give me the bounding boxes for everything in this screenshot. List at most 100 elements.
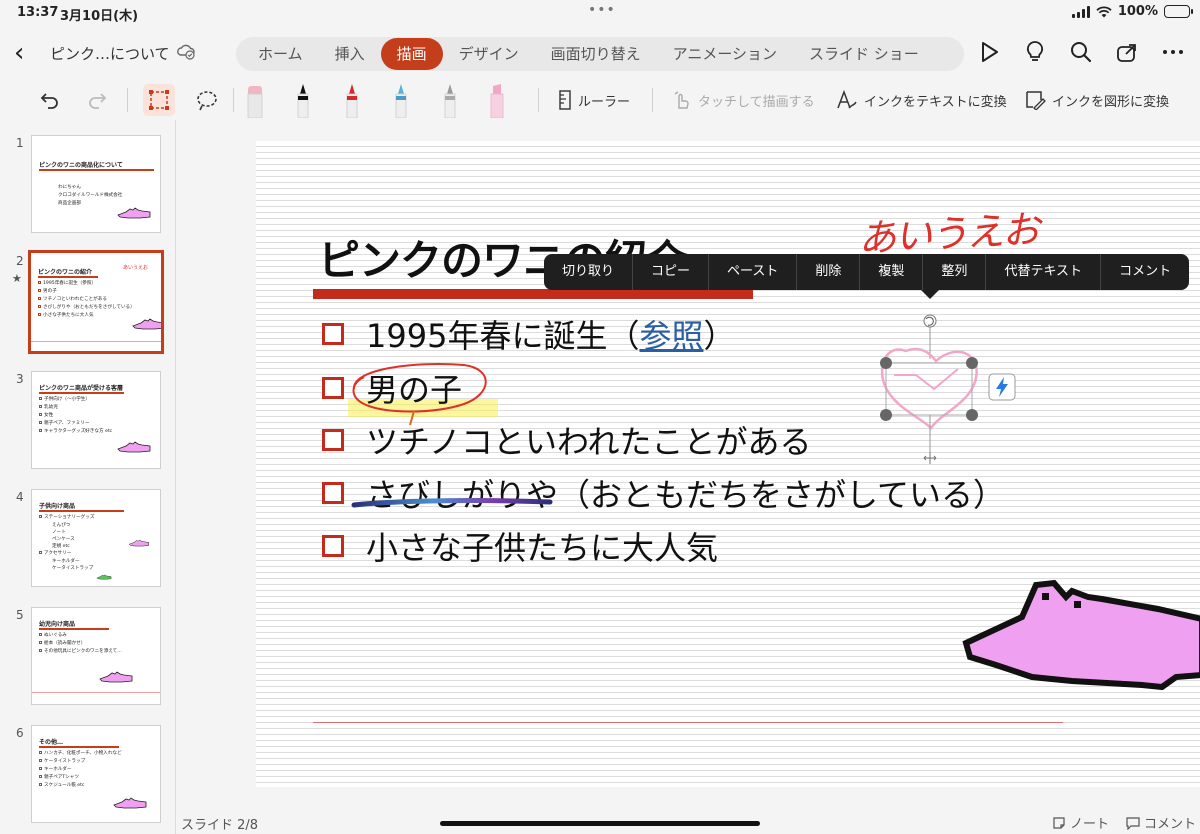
pink-crocodile-icon (99, 671, 133, 683)
thumbnail-line: ケータイストラップ (52, 566, 94, 571)
thumbnail-line: その他玩具にピンクのワニを添えて… (44, 649, 122, 654)
eraser-tool-icon[interactable] (246, 82, 264, 118)
red-pen-icon[interactable] (343, 82, 361, 118)
multitask-dots[interactable]: ••• (588, 2, 616, 18)
thumbnail-line: アクセサリー (44, 551, 72, 556)
bullet-square-icon (322, 323, 344, 345)
undo-icon[interactable] (38, 80, 62, 120)
reference-link[interactable]: 参照 (639, 311, 703, 357)
lightbulb-icon[interactable] (1022, 39, 1048, 65)
thumbnail-line: ノート (52, 530, 66, 535)
ink-to-shape-button[interactable]: インクを図形に変換 (1024, 90, 1169, 110)
thumbnail-line: 商品企画部 (58, 201, 81, 206)
thumbnail-number: 4 (16, 490, 24, 504)
ink-to-text-icon (837, 90, 857, 109)
selected-heart-ink[interactable] (876, 313, 996, 464)
slide-thumbnail-3[interactable]: ピンクのワニ商品が受ける客層 子供向け（〜小学生） 乳幼児 女性 親子ペア、ファ… (31, 371, 161, 469)
menu-item-delete[interactable]: 削除 (797, 254, 861, 290)
more-icon[interactable] (1160, 39, 1186, 65)
thumbnail-line: 絵本（読み聞かせ） (44, 641, 86, 646)
thumbnail-number: 5 (16, 608, 24, 622)
document-title[interactable]: ピンク…について (50, 43, 170, 64)
ribbon-tabs: ホーム 挿入 描画 デザイン 画面切り替え アニメーション スライド ショー (236, 37, 964, 71)
tab-slideshow[interactable]: スライド ショー (793, 37, 935, 71)
redo-icon[interactable] (85, 80, 109, 120)
thumbnail-number: 6 (16, 726, 24, 740)
play-icon[interactable] (976, 39, 1002, 65)
lasso-select-icon[interactable] (194, 80, 220, 120)
thumbnail-line: えんぴつ (52, 523, 71, 528)
slide-thumbnail-2[interactable]: ピンクのワニの紹介 あいうえお 1995年春に誕生（参照） 男の子 ツチノコとい… (28, 250, 164, 354)
menu-item-copy[interactable]: コピー (633, 254, 710, 290)
ink-to-shape-label: インクを図形に変換 (1052, 94, 1170, 110)
green-crocodile-icon (96, 574, 112, 580)
tab-animations[interactable]: アニメーション (657, 37, 793, 71)
thumbnail-line: わにちゃん (58, 185, 81, 190)
thumbnail-line: ペンケース (52, 537, 75, 542)
slide-bottom-line (313, 722, 1063, 723)
thumbnail-line: キャラクターグッズ好きな方 etc (44, 429, 113, 434)
galaxy-underline-ink[interactable] (351, 497, 553, 511)
thumbnail-line: ケータイストラップ (44, 759, 86, 764)
share-icon[interactable] (1114, 39, 1140, 65)
slide-thumbnail-1[interactable]: ピンクのワニの商品化について わにちゃん クロコダイルワールド株式会社 商品企画… (31, 135, 161, 233)
menu-item-paste[interactable]: ペースト (709, 254, 798, 290)
comments-button[interactable]: コメント (1126, 813, 1196, 832)
thumbnail-line: 男の子 (43, 289, 57, 294)
home-indicator[interactable] (440, 821, 760, 826)
ink-to-text-button[interactable]: インクをテキストに変換 (836, 90, 1007, 110)
slide-thumbnail-4[interactable]: 子供向け商品 ステーショナリーグッズ えんぴつ ノート ペンケース 定規 etc… (31, 489, 161, 587)
cloud-saved-icon[interactable] (176, 41, 196, 61)
tab-draw[interactable]: 描画 (380, 38, 443, 70)
menu-item-duplicate[interactable]: 複製 (860, 254, 924, 290)
back-chevron-icon[interactable]: ‹ (14, 38, 24, 68)
thumbnail-line: 親子ペアTシャツ (44, 775, 79, 780)
slide-thumbnail-5[interactable]: 幼児向け商品 ぬいぐるみ 絵本（読み聞かせ） その他玩具にピンクのワニを添えて… (31, 607, 161, 705)
thumbnail-title: 幼児向け商品 (39, 621, 76, 628)
tab-insert[interactable]: 挿入 (319, 37, 381, 71)
ink-to-text-label: インクをテキストに変換 (864, 94, 1007, 110)
slide-thumbnail-6[interactable]: その他… ハンカチ、化粧ポーチ、小物入れなど ケータイストラップ キーホルダー … (31, 725, 161, 823)
thumbnail-line: 子供向け（〜小学生） (44, 397, 90, 402)
search-icon[interactable] (1068, 39, 1094, 65)
thumbnail-number: 2 (16, 254, 24, 268)
tab-home[interactable]: ホーム (242, 37, 319, 71)
thumbnail-title-bar (39, 392, 124, 394)
menu-item-arrange[interactable]: 整列 (923, 254, 987, 290)
ruler-button[interactable]: ルーラー (558, 90, 630, 110)
galaxy-pen-icon[interactable] (392, 82, 410, 118)
pink-crocodile-icon (117, 441, 151, 453)
title-row: ‹ ピンク…について ホーム 挿入 描画 デザイン 画面切り替え アニメーション… (0, 26, 1200, 80)
thumbnail-handwriting: あいうえお (123, 265, 149, 271)
comment-icon (1126, 816, 1140, 830)
silver-pen-icon[interactable] (441, 82, 459, 118)
tab-transitions[interactable]: 画面切り替え (535, 37, 657, 71)
menu-item-alt-text[interactable]: 代替テキスト (986, 254, 1102, 290)
menu-item-comment[interactable]: コメント (1101, 254, 1189, 290)
thumbnail-title: その他… (39, 739, 64, 746)
menu-item-cut[interactable]: 切り取り (544, 254, 634, 290)
design-ideas-lightning-icon[interactable] (988, 373, 1016, 401)
pink-highlighter-icon[interactable] (488, 82, 506, 118)
bullet-text: 1995年春に誕生（ (366, 317, 640, 355)
context-menu-arrow (921, 290, 939, 299)
thumbnail-line: ハンカチ、化粧ポーチ、小物入れなど (44, 751, 122, 756)
bullet-text-after: ） (703, 317, 736, 355)
bullet-square-icon (322, 377, 344, 399)
pink-crocodile-icon (128, 539, 150, 547)
tab-design[interactable]: デザイン (443, 37, 535, 71)
slide-canvas[interactable]: ピンクのワニの紹介 1995年春に誕生（ 参照） 男の子 ツチノコといわれたことが… (256, 141, 1200, 787)
select-objects-icon[interactable] (143, 80, 175, 120)
battery-percent: 100% (1117, 4, 1158, 19)
pink-crocodile-illustration (962, 579, 1200, 691)
notes-button[interactable]: ノート (1052, 813, 1109, 832)
red-circle-ink[interactable] (344, 359, 494, 439)
touch-draw-button[interactable]: タッチして描画する (672, 90, 815, 110)
thumbnail-line: ステーショナリーグッズ (44, 515, 95, 520)
bullet-item-1[interactable]: 1995年春に誕生（ 参照） (322, 311, 735, 357)
thumbnail-line: スケジュール帳 etc (44, 783, 85, 788)
right-toolbar (976, 39, 1186, 65)
black-pen-icon[interactable] (294, 82, 312, 118)
thumbnail-number: 1 (16, 136, 24, 150)
bullet-item-5[interactable]: 小さな子供たちに大人気 (322, 523, 718, 569)
